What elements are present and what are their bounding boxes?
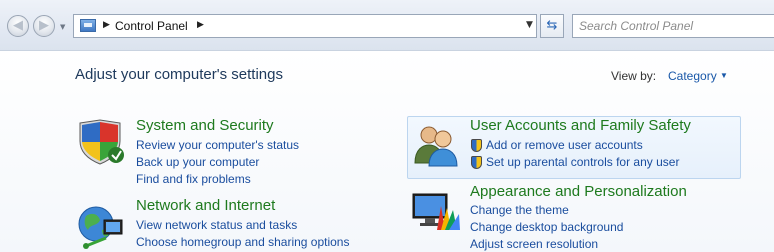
network-internet-title[interactable]: Network and Internet (136, 197, 275, 214)
breadcrumb-root-arrow-icon[interactable]: ▶ (103, 20, 110, 30)
user-accounts-title[interactable]: User Accounts and Family Safety (470, 117, 691, 134)
control-panel-icon (80, 19, 96, 32)
page-title: Adjust your computer's settings (75, 66, 283, 83)
view-by-chevron-down-icon[interactable]: ▼ (720, 71, 728, 80)
breadcrumb-control-panel[interactable]: Control Panel (115, 19, 188, 33)
refresh-button[interactable]: ⇆ (540, 14, 564, 38)
refresh-icon: ⇆ (546, 18, 558, 33)
review-status-link[interactable]: Review your computer's status (136, 138, 299, 152)
find-fix-problems-link[interactable]: Find and fix problems (136, 172, 251, 186)
address-toolbar: ◀ ▶ ▼ ▶ Control Panel ▶ ▼ ⇆ (0, 0, 774, 51)
appearance-monitor-icon[interactable] (411, 190, 461, 236)
address-dropdown-icon[interactable]: ▼ (526, 20, 533, 30)
back-arrow-icon: ◀ (13, 18, 23, 33)
view-by-dropdown[interactable]: Category (668, 69, 717, 83)
network-globe-icon[interactable] (76, 202, 126, 250)
view-by-label: View by: (611, 69, 657, 83)
appearance-title[interactable]: Appearance and Personalization (470, 183, 687, 200)
backup-link[interactable]: Back up your computer (136, 155, 259, 169)
search-input[interactable] (572, 14, 774, 38)
system-security-title[interactable]: System and Security (136, 117, 274, 134)
system-security-shield-icon[interactable] (76, 119, 126, 165)
recent-pages-dropdown-icon[interactable]: ▼ (60, 23, 65, 31)
user-accounts-people-icon[interactable] (411, 121, 461, 167)
forward-button[interactable]: ▶ (33, 15, 55, 37)
screen-resolution-link[interactable]: Adjust screen resolution (470, 237, 598, 251)
desktop-background-link[interactable]: Change desktop background (470, 220, 623, 234)
address-bar[interactable]: ▶ Control Panel ▶ ▼ (73, 14, 537, 38)
uac-shield-icon (471, 156, 482, 169)
parental-controls-link[interactable]: Set up parental controls for any user (486, 155, 679, 169)
breadcrumb-arrow-icon[interactable]: ▶ (197, 20, 204, 30)
network-status-link[interactable]: View network status and tasks (136, 218, 297, 232)
control-panel-content: Adjust your computer's settings View by:… (0, 51, 774, 252)
homegroup-sharing-link[interactable]: Choose homegroup and sharing options (136, 235, 349, 249)
add-remove-accounts-link[interactable]: Add or remove user accounts (486, 138, 643, 152)
change-theme-link[interactable]: Change the theme (470, 203, 569, 217)
forward-arrow-icon: ▶ (39, 18, 49, 33)
uac-shield-icon (471, 139, 482, 152)
back-button[interactable]: ◀ (7, 15, 29, 37)
